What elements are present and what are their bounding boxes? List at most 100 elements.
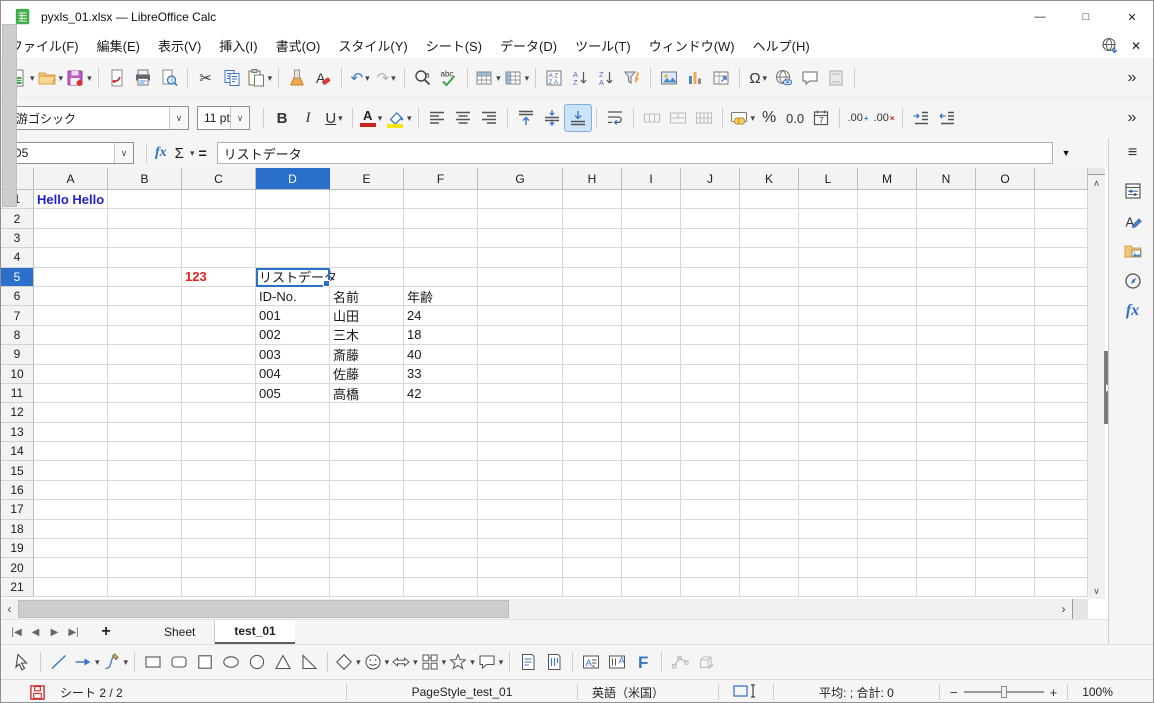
cell-M15[interactable] — [858, 461, 917, 480]
dropdown-arrow-icon[interactable]: ▾ — [763, 73, 768, 84]
cell-B5[interactable] — [108, 268, 182, 287]
cell-J5[interactable] — [681, 268, 740, 287]
cell-E21[interactable] — [330, 578, 404, 597]
sidebar-tab-settings[interactable]: ≡ — [1109, 138, 1154, 168]
dropdown-arrow-icon[interactable]: ▾ — [268, 73, 273, 84]
headers-footers-button[interactable] — [823, 65, 849, 91]
autofilter-button[interactable] — [619, 65, 645, 91]
cell-B12[interactable] — [108, 403, 182, 422]
dropdown-arrow-icon[interactable]: ▾ — [496, 73, 501, 84]
cell-N19[interactable] — [917, 539, 976, 558]
sheet-count-status[interactable]: シート 2 / 2 — [46, 684, 346, 701]
select-function-icon[interactable]: Σ — [175, 145, 184, 162]
sort-ascending-button[interactable]: AZ — [567, 65, 593, 91]
cell-L2[interactable] — [799, 209, 858, 228]
chevron-down-icon[interactable]: ∨ — [169, 107, 188, 129]
cell-A20[interactable] — [34, 558, 108, 577]
cell-D2[interactable] — [256, 209, 330, 228]
cell-G9[interactable] — [478, 345, 563, 364]
special-character-button[interactable]: Ω▾ — [745, 65, 771, 91]
cell-L11[interactable] — [799, 384, 858, 403]
font-color-button[interactable]: A▾ — [358, 105, 384, 131]
cell-O7[interactable] — [976, 306, 1035, 325]
cell-F18[interactable] — [404, 520, 478, 539]
zoom-in-icon[interactable]: + — [1050, 685, 1058, 700]
row-header-5[interactable]: 5 — [1, 268, 34, 287]
cell-E17[interactable] — [330, 500, 404, 519]
cell-A4[interactable] — [34, 248, 108, 267]
update-available-icon[interactable] — [1099, 35, 1121, 57]
column-header-O[interactable]: O — [976, 168, 1035, 190]
cell-N15[interactable] — [917, 461, 976, 480]
cell-I1[interactable] — [622, 190, 681, 209]
cell-partial-7[interactable] — [1035, 306, 1088, 325]
cell-G5[interactable] — [478, 268, 563, 287]
cell-I5[interactable] — [622, 268, 681, 287]
cell-D6[interactable]: ID-No. — [256, 287, 330, 306]
vertical-split-handle[interactable] — [1088, 168, 1105, 175]
cell-M2[interactable] — [858, 209, 917, 228]
highlighting-color-button[interactable]: ▾ — [384, 105, 413, 131]
cell-F20[interactable] — [404, 558, 478, 577]
cell-G18[interactable] — [478, 520, 563, 539]
column-header-B[interactable]: B — [108, 168, 182, 190]
cell-H3[interactable] — [563, 229, 622, 248]
cell-K8[interactable] — [740, 326, 799, 345]
cell-partial-12[interactable] — [1035, 403, 1088, 422]
cell-K2[interactable] — [740, 209, 799, 228]
cell-I16[interactable] — [622, 481, 681, 500]
pivot-table-button[interactable] — [708, 65, 734, 91]
insert-text-box-button[interactable]: A — [578, 649, 604, 675]
cell-E13[interactable] — [330, 423, 404, 442]
cell-N6[interactable] — [917, 287, 976, 306]
cell-L3[interactable] — [799, 229, 858, 248]
cell-M19[interactable] — [858, 539, 917, 558]
cell-partial-2[interactable] — [1035, 209, 1088, 228]
cell-F4[interactable] — [404, 248, 478, 267]
cell-K9[interactable] — [740, 345, 799, 364]
cell-D20[interactable] — [256, 558, 330, 577]
cell-A1[interactable]: Hello Hello — [34, 190, 108, 209]
cell-D19[interactable] — [256, 539, 330, 558]
cell-N7[interactable] — [917, 306, 976, 325]
symbol-shapes-button[interactable]: ▾ — [362, 649, 391, 675]
sort-button[interactable]: A ZZ A — [541, 65, 567, 91]
ellipse-button[interactable] — [218, 649, 244, 675]
cell-G8[interactable] — [478, 326, 563, 345]
cell-B18[interactable] — [108, 520, 182, 539]
cell-K13[interactable] — [740, 423, 799, 442]
cell-N4[interactable] — [917, 248, 976, 267]
cell-B19[interactable] — [108, 539, 182, 558]
decrease-indent-button[interactable] — [934, 105, 960, 131]
cell-F3[interactable] — [404, 229, 478, 248]
cell-E1[interactable] — [330, 190, 404, 209]
last-sheet-icon[interactable]: ▶| — [64, 627, 83, 638]
column-header-K[interactable]: K — [740, 168, 799, 190]
cell-B4[interactable] — [108, 248, 182, 267]
cell-D4[interactable] — [256, 248, 330, 267]
menu-item-6[interactable]: スタイル(Y) — [329, 32, 416, 59]
expand-formula-bar-icon[interactable]: ▼ — [1062, 148, 1071, 158]
cell-O14[interactable] — [976, 442, 1035, 461]
cell-E3[interactable] — [330, 229, 404, 248]
cell-A10[interactable] — [34, 365, 108, 384]
cell-I15[interactable] — [622, 461, 681, 480]
insert-vertical-text-button[interactable]: A — [604, 649, 630, 675]
curve-polygon-button[interactable]: ▾ — [101, 649, 130, 675]
cell-D14[interactable] — [256, 442, 330, 461]
insert-comment-button[interactable] — [797, 65, 823, 91]
cell-G2[interactable] — [478, 209, 563, 228]
toolbar-overflow-button[interactable]: » — [1119, 65, 1145, 91]
add-decimal-place-button[interactable]: .00+ — [845, 105, 871, 131]
print-button[interactable] — [130, 65, 156, 91]
cell-G16[interactable] — [478, 481, 563, 500]
cell-E18[interactable] — [330, 520, 404, 539]
cell-M7[interactable] — [858, 306, 917, 325]
cell-partial-18[interactable] — [1035, 520, 1088, 539]
cell-A19[interactable] — [34, 539, 108, 558]
cell-N11[interactable] — [917, 384, 976, 403]
row-header-21[interactable]: 21 — [1, 578, 34, 597]
row-header-3[interactable]: 3 — [1, 229, 34, 248]
cell-G3[interactable] — [478, 229, 563, 248]
dropdown-arrow-icon[interactable]: ▾ — [87, 73, 92, 84]
